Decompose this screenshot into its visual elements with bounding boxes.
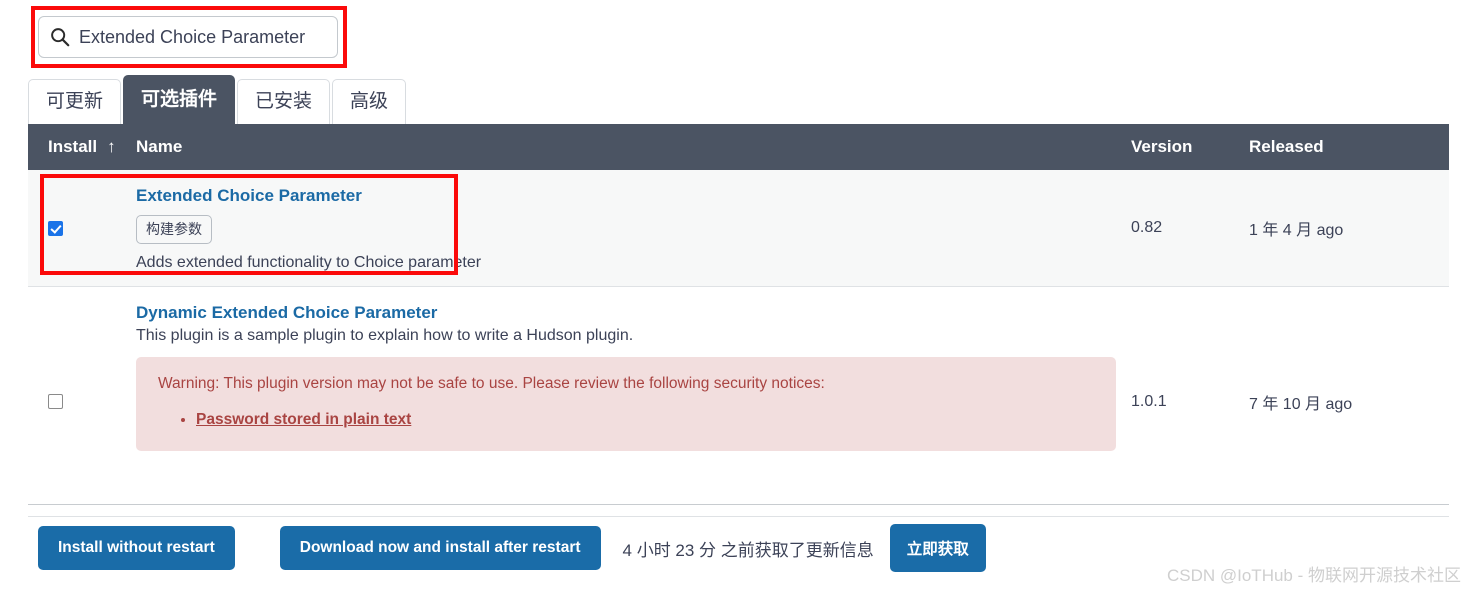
header-released[interactable]: Released	[1249, 137, 1449, 157]
plugin-table: Install ↑ Name Version Released Extended …	[28, 124, 1449, 517]
header-name[interactable]: Name	[136, 137, 1131, 157]
search-icon	[51, 28, 70, 47]
plugin-category-tag: 构建参数	[136, 215, 212, 244]
install-without-restart-button[interactable]: Install without restart	[38, 526, 235, 570]
download-now-install-after-restart-button[interactable]: Download now and install after restart	[279, 526, 601, 570]
row-install-cell	[28, 170, 136, 286]
list-item: Password stored in plain text	[196, 411, 1094, 429]
row-released-cell: 1 年 4 月 ago	[1249, 222, 1344, 239]
header-install[interactable]: Install ↑	[28, 137, 136, 157]
footer-divider	[28, 504, 1449, 505]
check-now-button[interactable]: 立即获取	[889, 524, 986, 572]
row-install-cell	[28, 287, 136, 516]
sort-ascending-icon: ↑	[107, 137, 116, 156]
table-row: Extended Choice Parameter 构建参数 Adds exte…	[28, 170, 1449, 287]
table-header-row: Install ↑ Name Version Released	[28, 124, 1449, 170]
security-warning-box: Warning: This plugin version may not be …	[136, 357, 1116, 451]
row-name-cell: Dynamic Extended Choice Parameter This p…	[136, 287, 1131, 516]
row-name-cell: Extended Choice Parameter 构建参数 Adds exte…	[136, 170, 1131, 286]
footer-actions: Install without restart Download now and…	[38, 524, 986, 572]
header-version[interactable]: Version	[1131, 137, 1249, 157]
row-version-cell: 1.0.1	[1131, 392, 1167, 410]
watermark: CSDN @IoTHub - 物联网开源技术社区	[1166, 566, 1461, 585]
plugin-description: This plugin is a sample plugin to explai…	[136, 327, 634, 344]
security-notice-link[interactable]: Password stored in plain text	[196, 411, 411, 428]
plugin-description: Adds extended functionality to Choice pa…	[136, 254, 482, 271]
update-info-status: 4 小时 23 分 之前获取了更新信息	[622, 540, 874, 560]
row-released-cell: 7 年 10 月 ago	[1249, 395, 1353, 413]
header-install-label: Install	[48, 137, 98, 156]
plugin-link[interactable]: Dynamic Extended Choice Parameter	[136, 303, 437, 323]
security-notice-list: Password stored in plain text	[158, 411, 1094, 429]
plugin-tabs: 可更新 可选插件 已安装 高级	[28, 75, 408, 124]
table-row: Dynamic Extended Choice Parameter This p…	[28, 287, 1449, 517]
plugin-link[interactable]: Extended Choice Parameter	[136, 186, 362, 206]
install-checkbox[interactable]	[48, 394, 63, 409]
tab-advanced[interactable]: 高级	[332, 79, 407, 124]
tab-installed[interactable]: 已安装	[237, 79, 331, 124]
tab-updates[interactable]: 可更新	[28, 79, 122, 124]
install-checkbox[interactable]	[48, 220, 63, 236]
search-box[interactable]	[38, 16, 338, 58]
search-input[interactable]	[79, 17, 327, 57]
plugin-manager-page: 可更新 可选插件 已安装 高级 Install ↑ Name Version Re…	[0, 0, 1477, 592]
tab-available[interactable]: 可选插件	[123, 75, 236, 124]
security-warning-text: Warning: This plugin version may not be …	[158, 375, 825, 392]
row-version-cell: 0.82	[1131, 219, 1163, 236]
